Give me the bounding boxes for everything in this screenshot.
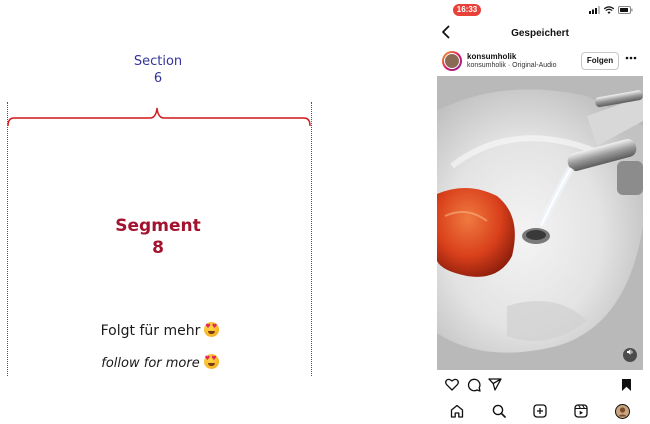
segment-number: 8 [152, 238, 164, 258]
search-icon [492, 404, 506, 418]
section-word: Section [133, 54, 183, 69]
annotation-panel: Section 6 Segment 8 Folgt für mehr follo… [0, 0, 330, 424]
post-subtitle[interactable]: konsumholik · Original-Audio [467, 62, 556, 69]
post-header: konsumholik konsumholik · Original-Audio… [437, 48, 643, 76]
section-number: 6 [153, 71, 163, 86]
sink-video-frame [437, 76, 643, 370]
more-dots-icon [625, 56, 637, 60]
comment-button[interactable] [467, 378, 481, 397]
caption-german: Folgt für mehr [60, 322, 260, 339]
battery-icon [618, 6, 633, 14]
segment-label: Segment 8 [88, 215, 228, 259]
wifi-icon [604, 6, 614, 14]
section-label: Section 6 [108, 53, 208, 87]
heart-eyes-emoji-icon [204, 322, 220, 337]
nav-home[interactable] [450, 404, 464, 423]
right-boundary-line [311, 102, 312, 376]
profile-avatar [615, 404, 630, 419]
status-icons [589, 6, 633, 14]
signal-icon [589, 6, 600, 14]
reels-icon [574, 404, 588, 418]
more-options-button[interactable] [625, 52, 637, 63]
nav-profile[interactable] [615, 404, 630, 424]
page-header: Gespeichert [437, 24, 643, 46]
avatar[interactable] [442, 51, 462, 71]
post-actions [437, 376, 643, 396]
segment-word: Segment [115, 216, 201, 236]
nav-search[interactable] [492, 404, 506, 423]
left-boundary-line [7, 102, 8, 376]
bookmark-icon [622, 379, 631, 391]
heart-icon [445, 378, 459, 391]
bottom-nav [437, 400, 643, 424]
follow-button[interactable]: Folgen [581, 52, 619, 70]
heart-eyes-emoji-icon [203, 354, 219, 369]
home-icon [450, 404, 464, 418]
nav-reels[interactable] [574, 404, 588, 423]
status-bar: 16:33 [437, 0, 643, 20]
caption-english-text: follow for more [101, 356, 200, 371]
like-button[interactable] [445, 378, 459, 396]
save-button[interactable] [621, 378, 632, 397]
share-icon [488, 378, 502, 391]
speaker-icon [627, 349, 633, 355]
caption-german-text: Folgt für mehr [100, 323, 201, 339]
video-player[interactable] [437, 76, 643, 370]
page-title: Gespeichert [511, 28, 569, 39]
add-post-icon [533, 404, 547, 418]
status-time: 16:33 [453, 4, 481, 16]
section-brace [7, 107, 311, 127]
comment-icon [467, 378, 481, 392]
phone-screen: 16:33 Gespeichert konsumholik konsumholi… [437, 0, 643, 424]
audio-toggle-button[interactable] [623, 348, 637, 362]
nav-create[interactable] [533, 404, 547, 423]
caption-english: follow for more [60, 354, 260, 371]
share-button[interactable] [488, 378, 502, 396]
username[interactable]: konsumholik [467, 52, 516, 61]
